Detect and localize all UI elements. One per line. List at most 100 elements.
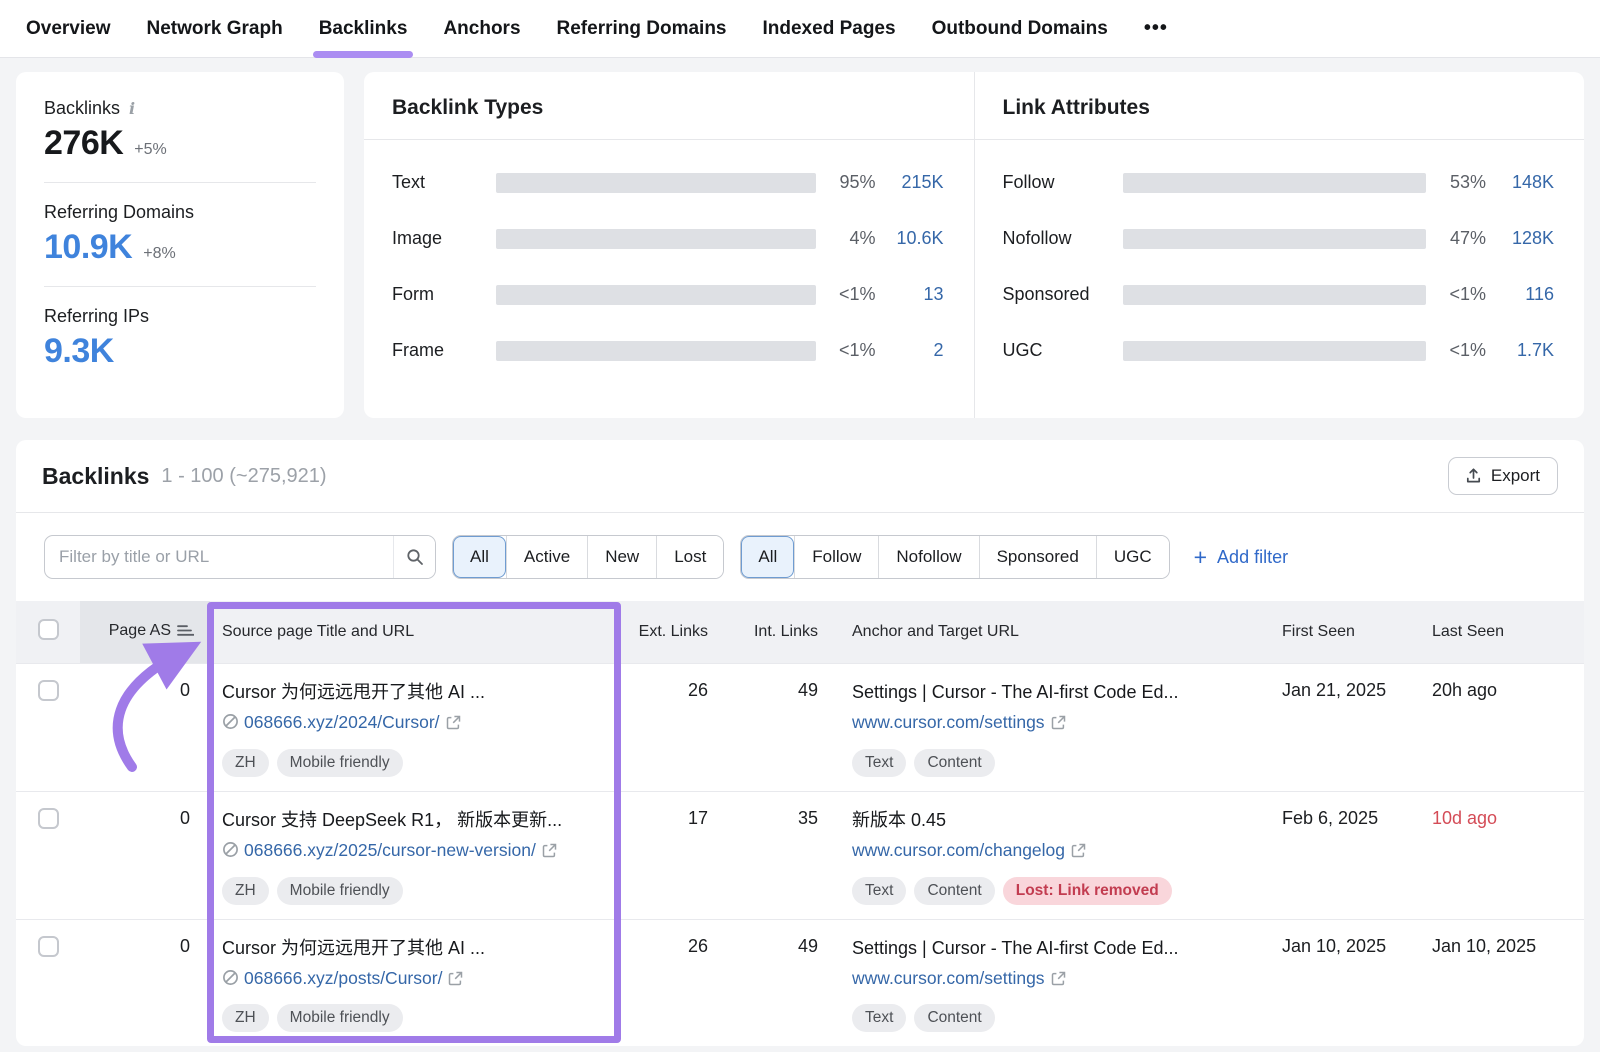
external-link-icon[interactable] xyxy=(446,712,461,737)
status-filter-group: All Active New Lost xyxy=(452,535,724,579)
bar-track xyxy=(496,229,816,249)
anchor-title: Settings | Cursor - The AI-first Code Ed… xyxy=(852,936,1258,960)
bar-row-frame: Frame <1% 2 xyxy=(392,340,944,361)
link-attribute-count-link[interactable]: 148K xyxy=(1486,172,1554,193)
bar-track xyxy=(496,285,816,305)
table-header-row: Page AS Source page Title and URL Ext. L… xyxy=(16,601,1584,664)
bar-row-ugc: UGC <1% 1.7K xyxy=(1003,340,1555,361)
referring-domains-metric-value[interactable]: 10.9K xyxy=(44,228,132,267)
bar-track xyxy=(1123,229,1427,249)
row-checkbox[interactable] xyxy=(38,680,59,701)
tab-indexed-pages[interactable]: Indexed Pages xyxy=(763,0,896,58)
column-header-source[interactable]: Source page Title and URL xyxy=(210,601,625,664)
divider xyxy=(44,182,316,183)
backlink-type-count-link[interactable]: 215K xyxy=(876,172,944,193)
column-header-anchor[interactable]: Anchor and Target URL xyxy=(840,601,1270,664)
anchor-title: Settings | Cursor - The AI-first Code Ed… xyxy=(852,680,1258,704)
attr-filter-all[interactable]: All xyxy=(741,536,794,578)
backlinks-metric-delta: +5% xyxy=(134,141,166,159)
bar-row-image: Image 4% 10.6K xyxy=(392,228,944,249)
attr-filter-follow[interactable]: Follow xyxy=(794,536,878,578)
column-header-page-as[interactable]: Page AS xyxy=(80,601,210,664)
more-menu-icon[interactable]: ••• xyxy=(1144,17,1168,40)
status-filter-all[interactable]: All xyxy=(453,536,506,578)
tab-outbound-domains[interactable]: Outbound Domains xyxy=(932,0,1108,58)
int-links-value: 49 xyxy=(730,664,840,792)
table-title: Backlinks xyxy=(42,463,149,490)
source-cell: Cursor 为何远远甩开了其他 AI ... 068666.xyz/2024/… xyxy=(210,664,625,792)
attr-filter-ugc[interactable]: UGC xyxy=(1096,536,1169,578)
referring-domains-metric-delta: +8% xyxy=(143,245,175,263)
tab-backlinks[interactable]: Backlinks xyxy=(319,0,408,58)
column-header-ext-links[interactable]: Ext. Links xyxy=(625,601,730,664)
last-seen-value: 20h ago xyxy=(1420,664,1584,792)
ext-links-value: 26 xyxy=(625,664,730,792)
int-links-value: 35 xyxy=(730,791,840,919)
status-filter-lost[interactable]: Lost xyxy=(656,536,723,578)
first-seen-value: Jan 21, 2025 xyxy=(1270,664,1420,792)
link-type-tag: Text xyxy=(852,1004,906,1032)
external-link-icon[interactable] xyxy=(1051,712,1066,737)
page-as-value: 0 xyxy=(80,919,210,1046)
attr-filter-nofollow[interactable]: Nofollow xyxy=(878,536,978,578)
sort-icon[interactable] xyxy=(177,624,194,642)
noindex-icon xyxy=(222,968,239,993)
status-filter-active[interactable]: Active xyxy=(506,536,587,578)
row-checkbox[interactable] xyxy=(38,808,59,829)
search-button[interactable] xyxy=(393,536,435,578)
anchor-title: 新版本 0.45 xyxy=(852,808,1258,832)
tab-network-graph[interactable]: Network Graph xyxy=(147,0,283,58)
table-row: 0 Cursor 为何远远甩开了其他 AI ... 068666.xyz/pos… xyxy=(16,919,1584,1046)
column-header-int-links[interactable]: Int. Links xyxy=(730,601,840,664)
backlinks-table-card: Backlinks 1 - 100 (~275,921) Export xyxy=(16,440,1584,1046)
referring-ips-metric-value[interactable]: 9.3K xyxy=(44,332,114,371)
link-attribute-count-link[interactable]: 1.7K xyxy=(1486,340,1554,361)
link-attribute-count-link[interactable]: 116 xyxy=(1486,284,1554,305)
referring-ips-metric-label: Referring IPs xyxy=(44,306,149,327)
tab-overview[interactable]: Overview xyxy=(26,0,111,58)
bar-row-form: Form <1% 13 xyxy=(392,284,944,305)
backlink-type-count-link[interactable]: 2 xyxy=(876,340,944,361)
target-url-link[interactable]: www.cursor.com/changelog xyxy=(852,838,1258,865)
external-link-icon[interactable] xyxy=(448,968,463,993)
column-header-last-seen[interactable]: Last Seen xyxy=(1420,601,1584,664)
language-badge: ZH xyxy=(222,1004,269,1032)
link-placement-tag: Content xyxy=(914,1004,994,1032)
backlink-type-count-link[interactable]: 10.6K xyxy=(876,228,944,249)
link-type-tag: Text xyxy=(852,749,906,777)
top-nav: Overview Network Graph Backlinks Anchors… xyxy=(0,0,1600,58)
source-url-link[interactable]: 068666.xyz/posts/Cursor/ xyxy=(222,966,613,993)
target-url-link[interactable]: www.cursor.com/settings xyxy=(852,966,1258,993)
target-url-link[interactable]: www.cursor.com/settings xyxy=(852,710,1258,737)
backlinks-metric-label: Backlinks xyxy=(44,98,120,119)
row-checkbox[interactable] xyxy=(38,936,59,957)
select-all-checkbox[interactable] xyxy=(38,619,59,640)
lost-link-badge: Lost: Link removed xyxy=(1003,877,1172,905)
search-input[interactable] xyxy=(44,535,436,579)
source-url-link[interactable]: 068666.xyz/2024/Cursor/ xyxy=(222,710,613,737)
link-type-tag: Text xyxy=(852,877,906,905)
backlink-type-count-link[interactable]: 13 xyxy=(876,284,944,305)
source-title: Cursor 为何远远甩开了其他 AI ... xyxy=(222,936,613,960)
tab-referring-domains[interactable]: Referring Domains xyxy=(557,0,727,58)
external-link-icon[interactable] xyxy=(542,840,557,865)
external-link-icon[interactable] xyxy=(1051,968,1066,993)
external-link-icon[interactable] xyxy=(1071,840,1086,865)
export-icon xyxy=(1466,468,1481,484)
link-attribute-count-link[interactable]: 128K xyxy=(1486,228,1554,249)
plus-icon: + xyxy=(1194,546,1207,569)
status-filter-new[interactable]: New xyxy=(587,536,656,578)
summary-card: Backlinks i 276K +5% Referring Domains 1… xyxy=(16,72,344,418)
add-filter-button[interactable]: + Add filter xyxy=(1194,546,1288,569)
export-button[interactable]: Export xyxy=(1448,457,1558,495)
link-attributes-panel: Link Attributes Follow 53% 148K Nofollow… xyxy=(974,72,1585,418)
tab-anchors[interactable]: Anchors xyxy=(443,0,520,58)
attr-filter-sponsored[interactable]: Sponsored xyxy=(979,536,1096,578)
source-url-link[interactable]: 068666.xyz/2025/cursor-new-version/ xyxy=(222,838,613,865)
bar-row-nofollow: Nofollow 47% 128K xyxy=(1003,228,1555,249)
info-icon[interactable]: i xyxy=(129,99,135,118)
last-seen-value: 10d ago xyxy=(1420,791,1584,919)
column-header-first-seen[interactable]: First Seen xyxy=(1270,601,1420,664)
page-as-value: 0 xyxy=(80,664,210,792)
language-badge: ZH xyxy=(222,877,269,905)
